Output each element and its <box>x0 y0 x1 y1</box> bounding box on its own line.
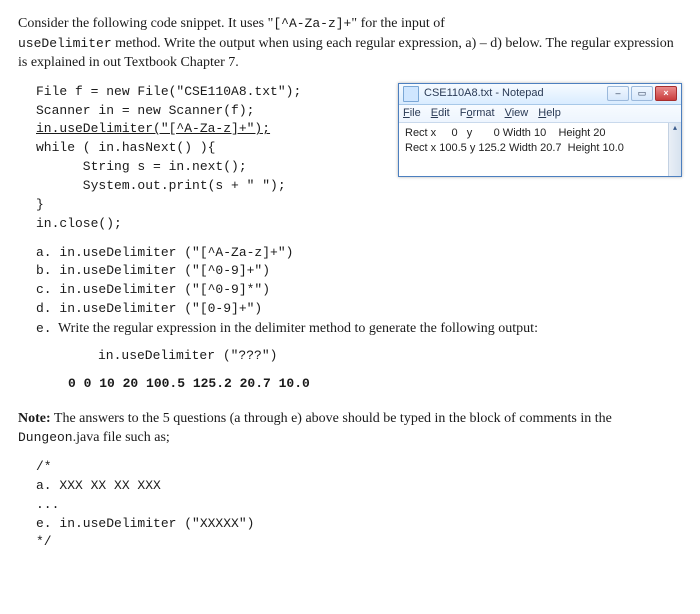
menu-format[interactable]: Format <box>460 106 495 121</box>
intro-regex: [^A-Za-z]+ <box>273 16 351 31</box>
code-line-2: Scanner in = new Scanner(f); <box>36 103 254 118</box>
option-d: d. in.useDelimiter ("[0-9]+") <box>36 300 682 319</box>
sample-line-4: e. in.useDelimiter ("XXXXX") <box>36 515 682 534</box>
code-line-3: in.useDelimiter("[^A-Za-z]+"); <box>36 121 270 136</box>
close-button[interactable]: × <box>655 86 677 101</box>
expected-output: 0 0 10 20 100.5 125.2 20.7 10.0 <box>68 375 682 393</box>
option-e: e.Write the regular expression in the de… <box>36 319 682 339</box>
notepad-window: CSE110A8.txt - Notepad – ▭ × File Edit F… <box>398 83 682 177</box>
maximize-button[interactable]: ▭ <box>631 86 653 101</box>
menu-view[interactable]: View <box>505 106 529 121</box>
intro-paragraph: Consider the following code snippet. It … <box>18 14 682 73</box>
code-and-notepad-wrap: File f = new File("CSE110A8.txt"); Scann… <box>18 83 682 234</box>
intro-text-2: method. Write the output when using each… <box>18 36 674 71</box>
note-text-1: The answers to the 5 questions (a throug… <box>51 411 612 426</box>
sample-line-1: /* <box>36 458 682 477</box>
notepad-line-1: Rect x 0 y 0 Width 10 Height 20 <box>405 126 667 141</box>
notepad-title-text: CSE110A8.txt - Notepad <box>424 86 607 101</box>
options-list: a. in.useDelimiter ("[^A-Za-z]+") b. in.… <box>36 244 682 319</box>
sample-line-2: a. XXX XX XX XXX <box>36 477 682 496</box>
sample-comment-block: /* a. XXX XX XX XXX ... e. in.useDelimit… <box>36 458 682 552</box>
option-b: b. in.useDelimiter ("[^0-9]+") <box>36 262 682 281</box>
scrollbar[interactable]: ▴ <box>668 123 681 176</box>
code-line-5: String s = in.next(); <box>36 159 247 174</box>
notepad-icon <box>403 86 419 102</box>
menu-help[interactable]: Help <box>538 106 561 121</box>
intro-method: useDelimiter <box>18 36 112 51</box>
option-c: c. in.useDelimiter ("[^0-9]*") <box>36 281 682 300</box>
sample-line-5: */ <box>36 533 682 552</box>
code-line-6: System.out.print(s + " "); <box>36 178 286 193</box>
code-line-8: in.close(); <box>36 216 122 231</box>
intro-text-1b: " for the input of <box>351 16 445 31</box>
option-e-code: in.useDelimiter ("???") <box>98 347 682 365</box>
option-e-letter: e. <box>36 320 58 338</box>
window-buttons: – ▭ × <box>607 86 677 101</box>
notepad-textarea[interactable]: Rect x 0 y 0 Width 10 Height 20 Rect x 1… <box>399 123 681 176</box>
option-e-text: Write the regular expression in the deli… <box>58 321 538 336</box>
menu-edit[interactable]: Edit <box>431 106 450 121</box>
option-a: a. in.useDelimiter ("[^A-Za-z]+") <box>36 244 682 263</box>
notepad-line-2: Rect x 100.5 y 125.2 Width 20.7 Height 1… <box>405 141 667 156</box>
notepad-menubar: File Edit Format View Help <box>399 105 681 123</box>
scroll-up-icon[interactable]: ▴ <box>669 123 681 135</box>
notepad-titlebar[interactable]: CSE110A8.txt - Notepad – ▭ × <box>399 84 681 105</box>
note-text-2: .java file such as; <box>73 430 170 445</box>
code-line-1: File f = new File("CSE110A8.txt"); <box>36 84 301 99</box>
note-bold: Note: <box>18 411 51 426</box>
note-filename: Dungeon <box>18 430 73 445</box>
code-line-4: while ( in.hasNext() ){ <box>36 140 215 155</box>
intro-text-1: Consider the following code snippet. It … <box>18 16 273 31</box>
sample-line-3: ... <box>36 496 682 515</box>
menu-file[interactable]: File <box>403 106 421 121</box>
minimize-button[interactable]: – <box>607 86 629 101</box>
note-paragraph: Note: The answers to the 5 questions (a … <box>18 409 682 448</box>
code-line-7: } <box>36 197 44 212</box>
